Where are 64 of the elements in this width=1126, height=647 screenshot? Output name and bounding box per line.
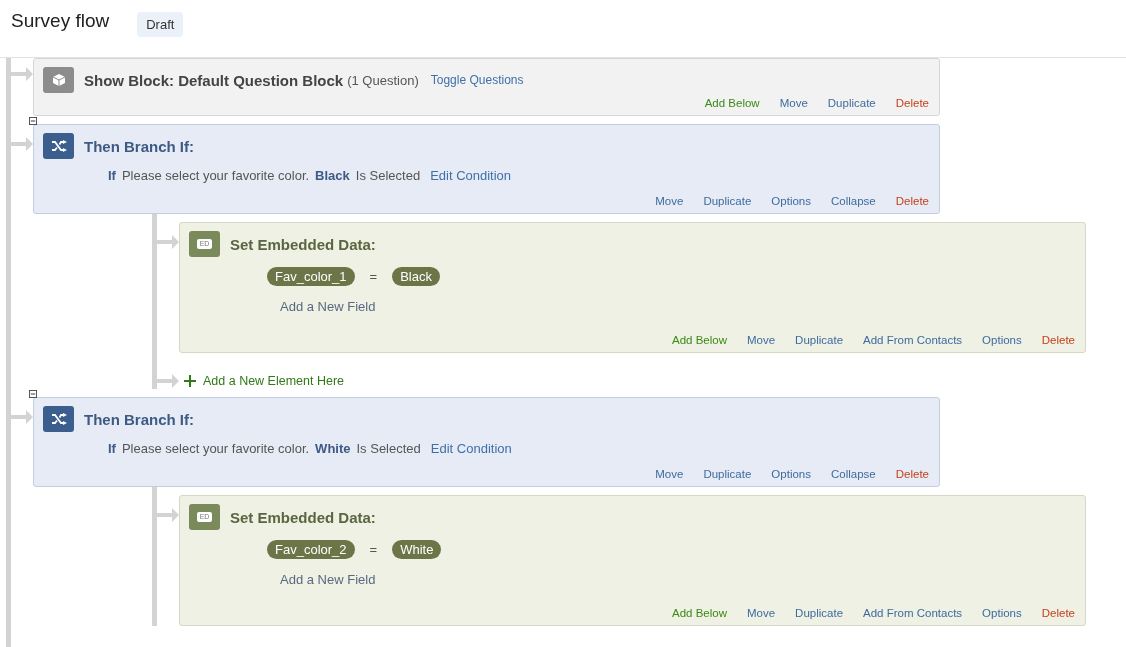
- equals-sign: =: [368, 269, 379, 284]
- action-link[interactable]: Duplicate: [703, 468, 752, 480]
- action-link[interactable]: Add Below: [704, 97, 760, 109]
- condition-choice: White: [315, 441, 351, 456]
- connector-arrow-icon: [11, 409, 33, 425]
- toggle-questions-link[interactable]: Toggle Questions: [430, 73, 524, 87]
- action-link[interactable]: Options: [771, 195, 811, 207]
- action-link[interactable]: Options: [771, 468, 811, 480]
- add-field-link[interactable]: Add a New Field: [280, 299, 376, 314]
- action-link[interactable]: Add Below: [671, 607, 727, 619]
- edit-condition-link[interactable]: Edit Condition: [430, 168, 512, 183]
- condition-question: Please select your favorite color.: [121, 441, 310, 456]
- action-link[interactable]: Options: [982, 334, 1022, 346]
- action-link[interactable]: Move: [779, 97, 808, 109]
- edit-condition-link[interactable]: Edit Condition: [430, 441, 512, 456]
- action-link[interactable]: Move: [746, 607, 776, 619]
- condition-keyword: If: [108, 168, 116, 183]
- action-link[interactable]: Add From Contacts: [863, 334, 963, 346]
- question-count: (1 Question): [347, 72, 419, 88]
- element-title: Show Block: Default Question Block: [84, 71, 344, 89]
- condition-operator: Is Selected: [355, 168, 421, 183]
- action-link[interactable]: Duplicate: [827, 97, 876, 109]
- action-link[interactable]: Delete: [895, 468, 929, 480]
- cube-icon: [43, 67, 74, 93]
- page-title: Survey flow: [11, 10, 110, 32]
- field-value-pill[interactable]: White: [392, 540, 442, 559]
- condition-keyword: If: [108, 441, 116, 456]
- action-link[interactable]: Move: [746, 334, 776, 346]
- equals-sign: =: [368, 542, 379, 557]
- action-link[interactable]: Duplicate: [795, 334, 844, 346]
- collapse-toggle-icon[interactable]: [29, 390, 37, 398]
- element-title: Set Embedded Data:: [230, 235, 376, 253]
- field-name-pill[interactable]: Fav_color_2: [267, 540, 355, 559]
- action-link[interactable]: Move: [655, 195, 684, 207]
- connector-arrow-icon: [157, 234, 179, 250]
- action-link[interactable]: Add Below: [671, 334, 727, 346]
- shuffle-icon: [43, 133, 74, 159]
- element-title: Set Embedded Data:: [230, 508, 376, 526]
- action-link[interactable]: Move: [655, 468, 684, 480]
- action-link[interactable]: Delete: [1041, 607, 1075, 619]
- element-title: Then Branch If:: [84, 137, 194, 155]
- field-value-pill[interactable]: Black: [392, 267, 440, 286]
- add-element-link[interactable]: Add a New Element Here: [203, 374, 345, 388]
- action-link[interactable]: Collapse: [831, 195, 876, 207]
- action-link[interactable]: Delete: [895, 195, 929, 207]
- condition-operator: Is Selected: [356, 441, 421, 456]
- condition-choice: Black: [315, 168, 350, 183]
- field-name-pill[interactable]: Fav_color_1: [267, 267, 355, 286]
- action-link[interactable]: Delete: [895, 97, 929, 109]
- connector-arrow-icon: [157, 507, 179, 523]
- action-link[interactable]: Add From Contacts: [863, 607, 963, 619]
- condition-question: Please select your favorite color.: [121, 168, 310, 183]
- plus-icon[interactable]: [184, 375, 196, 387]
- element-title: Then Branch If:: [84, 410, 194, 428]
- action-link[interactable]: Collapse: [831, 468, 876, 480]
- collapse-toggle-icon[interactable]: [29, 117, 37, 125]
- action-link[interactable]: Duplicate: [703, 195, 752, 207]
- action-link[interactable]: Duplicate: [795, 607, 844, 619]
- connector-arrow-icon: [11, 136, 33, 152]
- action-link[interactable]: Delete: [1041, 334, 1075, 346]
- add-field-link[interactable]: Add a New Field: [280, 572, 376, 587]
- shuffle-icon: [43, 406, 74, 432]
- status-badge: Draft: [137, 12, 184, 37]
- action-link[interactable]: Options: [982, 607, 1022, 619]
